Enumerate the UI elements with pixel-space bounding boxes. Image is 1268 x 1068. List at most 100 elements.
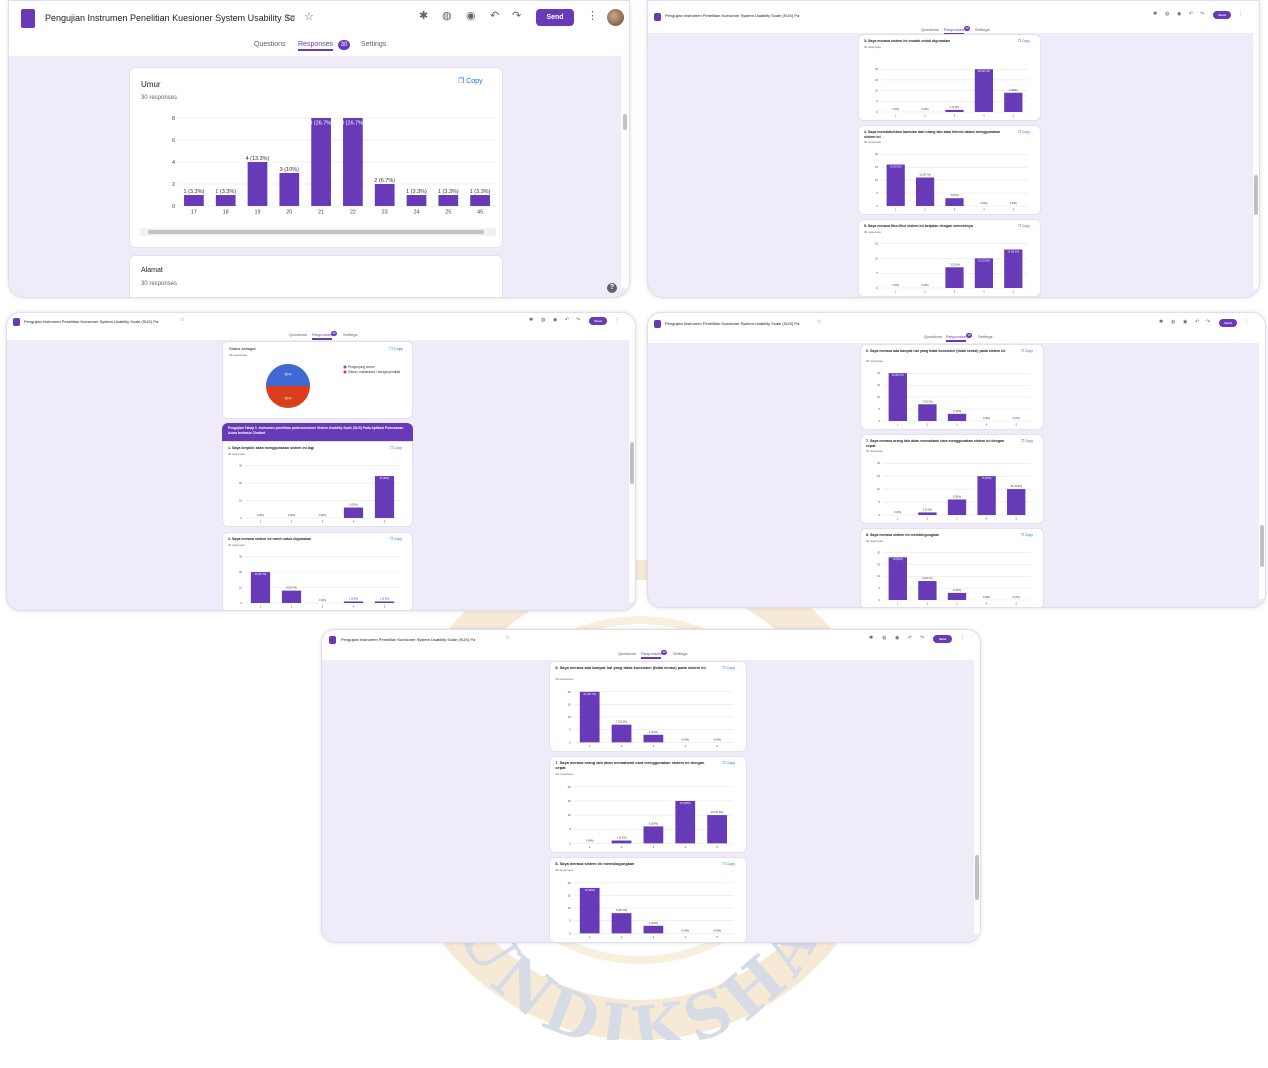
tab-questions[interactable]: Questions [924,334,942,339]
more-vert-icon[interactable]: ⋮ [614,318,619,323]
form-title[interactable]: Pengujian Instrumen Penelitian Kuesioner… [665,13,799,18]
tab-settings[interactable]: Settings [978,334,992,339]
redo-icon[interactable]: ↷ [1200,12,1204,17]
redo-icon[interactable]: ↷ [576,318,580,323]
form-title[interactable]: Pengujian Instrumen Penelitian Kuesioner… [45,13,295,23]
bar[interactable] [343,601,364,603]
tab-responses[interactable]: Responses [641,651,662,659]
bar[interactable] [918,512,937,515]
bar[interactable] [1007,489,1026,515]
tab-questions[interactable]: Questions [921,27,939,32]
bar[interactable] [643,925,664,934]
bar[interactable] [374,476,395,518]
preview-eye-icon[interactable]: ◉ [895,636,899,641]
tab-questions[interactable]: Questions [254,41,286,48]
bar[interactable] [643,826,664,844]
scrollbar[interactable] [1253,33,1259,289]
folder-icon[interactable]: ▭ [286,13,295,23]
undo-icon[interactable]: ↶ [1195,320,1199,325]
palette-icon[interactable]: ◍ [882,636,886,641]
tab-questions[interactable]: Questions [618,651,636,656]
horizontal-scrollbar[interactable] [140,228,496,236]
bar[interactable] [184,195,204,206]
send-button[interactable]: Send [1219,319,1237,327]
bar[interactable] [250,572,271,603]
bar[interactable] [977,476,996,515]
bar[interactable] [374,184,395,206]
avatar[interactable] [607,9,624,26]
addon-icon[interactable]: ✱ [1153,12,1157,17]
scrollbar[interactable] [974,660,980,934]
bar[interactable] [611,913,632,934]
more-vert-icon[interactable]: ⋮ [587,11,598,22]
scrollbar[interactable] [621,56,629,288]
undo-icon[interactable]: ↶ [1189,12,1193,17]
bar[interactable] [945,267,964,288]
star-icon[interactable]: ☆ [180,318,184,323]
send-button[interactable]: Send [1213,11,1231,19]
bar[interactable] [918,404,937,421]
undo-icon[interactable]: ↶ [908,636,912,641]
palette-icon[interactable]: ◍ [442,11,452,22]
bar[interactable] [947,592,967,600]
redo-icon[interactable]: ↷ [920,636,924,641]
palette-icon[interactable]: ◍ [1165,12,1169,17]
bar[interactable] [945,109,964,112]
tab-responses[interactable]: Responses [946,334,967,342]
bar[interactable] [611,724,632,743]
bar[interactable] [1004,92,1023,112]
more-vert-icon[interactable]: ⋮ [1244,320,1249,325]
bar[interactable] [707,815,727,844]
addon-icon[interactable]: ✱ [869,636,873,641]
preview-eye-icon[interactable]: ◉ [1183,320,1187,325]
redo-icon[interactable]: ↷ [512,11,521,22]
form-title[interactable]: Pengujian Instrumen Penelitian Kuesioner… [665,321,799,326]
bar[interactable] [643,734,664,743]
bar[interactable] [279,173,300,206]
tab-settings[interactable]: Settings [975,27,989,32]
bar[interactable] [1004,249,1023,288]
star-icon[interactable]: ☆ [304,12,314,23]
tab-settings[interactable]: Settings [361,41,386,48]
more-vert-icon[interactable]: ⋮ [1238,12,1243,17]
tab-questions[interactable]: Questions [289,332,307,337]
bar[interactable] [888,373,907,421]
star-icon[interactable]: ☆ [817,320,821,325]
form-title[interactable]: Pengujian Instrumen Penelitian Kuesioner… [341,637,475,642]
help-icon[interactable]: ? [607,283,617,293]
scrollbar[interactable] [629,340,635,602]
bar[interactable] [974,258,994,288]
bar[interactable] [247,162,268,206]
bar[interactable] [470,195,490,206]
tab-responses[interactable]: Responses [944,27,965,35]
palette-icon[interactable]: ◍ [541,318,545,323]
bar[interactable] [918,581,937,600]
bar[interactable] [281,590,302,603]
bar[interactable] [311,118,331,206]
undo-icon[interactable]: ↶ [565,318,569,323]
bar[interactable] [343,507,364,518]
form-title[interactable]: Pengujian Instrumen Penelitian Kuesioner… [24,319,158,324]
addon-icon[interactable]: ✱ [1159,320,1163,325]
preview-eye-icon[interactable]: ◉ [1177,12,1181,17]
bar[interactable] [579,691,600,743]
bar[interactable] [888,557,907,600]
send-button[interactable]: Send [536,9,574,26]
tab-settings[interactable]: Settings [343,332,357,337]
scrollbar[interactable] [1259,343,1265,599]
bar[interactable] [343,118,363,206]
preview-eye-icon[interactable]: ◉ [553,318,557,323]
addon-icon[interactable]: ✱ [529,318,533,323]
redo-icon[interactable]: ↷ [1206,320,1210,325]
bar[interactable] [579,887,600,934]
tab-responses[interactable]: Responses [298,41,334,51]
bar[interactable] [438,195,459,206]
palette-icon[interactable]: ◍ [1171,320,1175,325]
bar[interactable] [406,195,427,206]
star-icon[interactable]: ☆ [505,636,509,641]
tab-responses[interactable]: Responses [312,332,333,340]
tab-settings[interactable]: Settings [673,651,687,656]
send-button[interactable]: Send [933,635,952,643]
bar[interactable] [947,499,967,515]
more-vert-icon[interactable]: ⋮ [960,636,965,641]
